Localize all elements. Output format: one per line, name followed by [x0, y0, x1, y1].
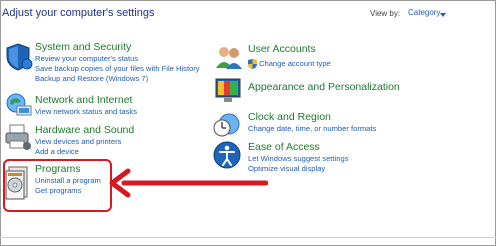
view-by-label: View by:	[370, 9, 401, 18]
change-account-type-row: Change account type	[248, 59, 331, 69]
hardware-and-sound-link[interactable]: Hardware and Sound	[35, 124, 134, 137]
annotation-arrow	[109, 168, 268, 198]
chevron-down-icon[interactable]	[440, 13, 446, 17]
page-title: Adjust your computer's settings	[2, 7, 155, 19]
file-history-link[interactable]: Save backup copies of your files with Fi…	[35, 64, 200, 74]
user-accounts-icon	[216, 47, 242, 69]
category-system-and-security: System and Security Review your computer…	[35, 41, 200, 84]
shield-icon	[6, 43, 33, 71]
printer-icon	[5, 124, 31, 150]
appearance-and-personalization-link[interactable]: Appearance and Personalization	[248, 81, 400, 94]
system-and-security-link[interactable]: System and Security	[35, 41, 200, 54]
change-account-type-link[interactable]: Change account type	[259, 59, 331, 69]
view-by-dropdown[interactable]: Category	[408, 8, 440, 17]
category-hardware-and-sound: Hardware and Sound View devices and prin…	[35, 124, 134, 157]
appearance-icon	[215, 78, 241, 102]
clock-and-region-link[interactable]: Clock and Region	[248, 111, 376, 124]
suggest-settings-link[interactable]: Let Windows suggest settings	[248, 154, 348, 164]
ease-of-access-link[interactable]: Ease of Access	[248, 141, 348, 154]
programs-highlight-box	[3, 159, 112, 212]
globe-network-icon	[6, 93, 32, 116]
backup-restore-link[interactable]: Backup and Restore (Windows 7)	[35, 74, 200, 84]
uac-shield-icon	[248, 59, 257, 69]
category-appearance: Appearance and Personalization	[248, 81, 400, 94]
add-device-link[interactable]: Add a device	[35, 147, 134, 157]
ease-of-access-icon	[213, 141, 241, 169]
network-status-link[interactable]: View network status and tasks	[35, 107, 137, 117]
review-status-link[interactable]: Review your computer's status	[35, 54, 200, 64]
network-and-internet-link[interactable]: Network and Internet	[35, 94, 137, 107]
user-accounts-link[interactable]: User Accounts	[248, 43, 331, 56]
devices-printers-link[interactable]: View devices and printers	[35, 137, 134, 147]
category-user-accounts: User Accounts Change account type	[248, 43, 331, 74]
change-formats-link[interactable]: Change date, time, or number formats	[248, 124, 376, 134]
category-clock-and-region: Clock and Region Change date, time, or n…	[248, 111, 376, 134]
clock-globe-icon	[213, 113, 240, 137]
category-network-and-internet: Network and Internet View network status…	[35, 94, 137, 117]
divider	[0, 237, 496, 238]
